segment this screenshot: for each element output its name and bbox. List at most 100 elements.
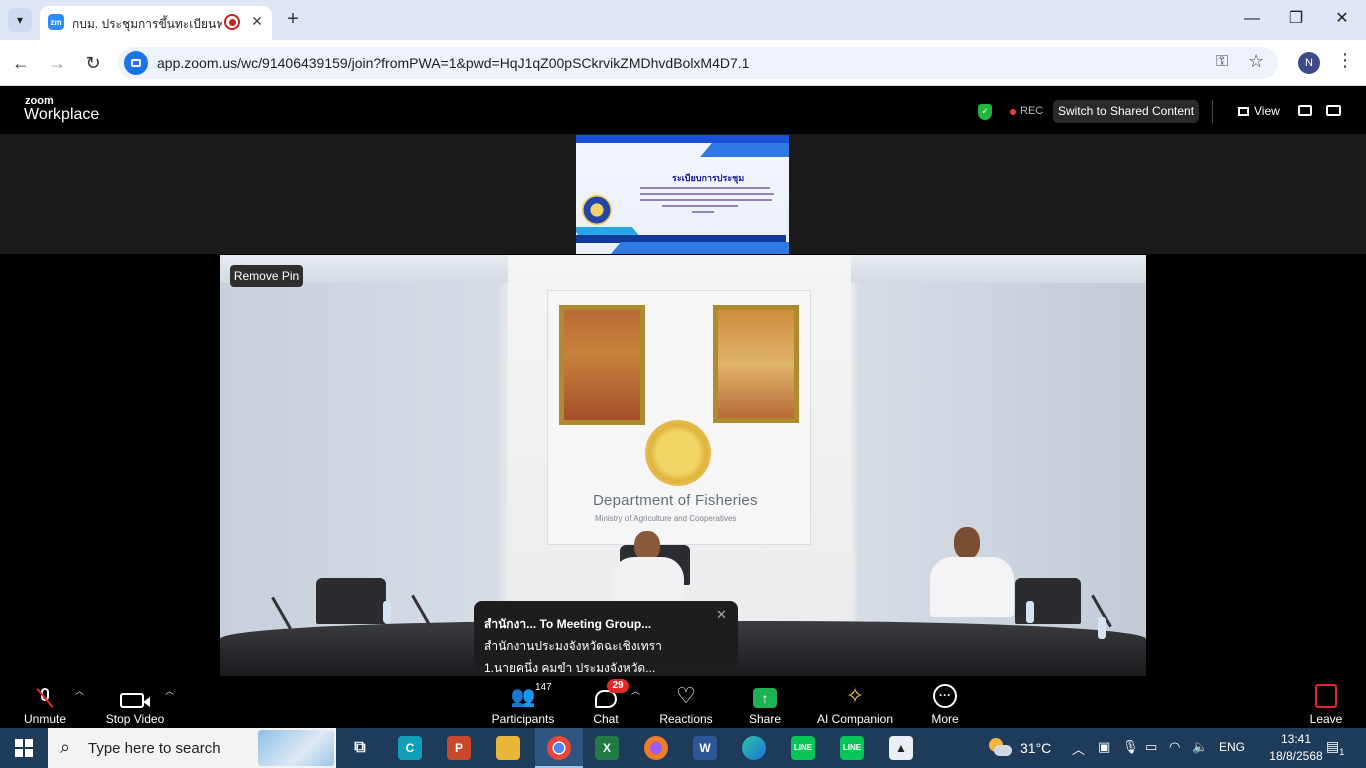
shared-content-strip: ระเบียบการประชุม — [0, 134, 1366, 254]
clock-time[interactable]: 13:41 — [1266, 732, 1326, 746]
restore-button[interactable]: ❐ — [1276, 6, 1316, 32]
clock-date[interactable]: 18/8/2568 — [1266, 749, 1326, 763]
powerpoint-app-icon[interactable]: P — [447, 736, 471, 760]
microphone-tray-icon[interactable]: 🎙 — [1122, 739, 1139, 755]
show-hidden-icons-chevron-icon[interactable]: ︿ — [1072, 739, 1085, 758]
minimize-button[interactable]: — — [1232, 6, 1272, 32]
more-button[interactable]: ··· More — [922, 676, 968, 728]
file-explorer-app-icon[interactable] — [496, 736, 520, 760]
tab-close-icon[interactable]: ✕ — [248, 12, 266, 30]
photos-app-icon[interactable]: ▲ — [889, 736, 913, 760]
bookmark-star-icon[interactable]: ☆ — [1248, 51, 1264, 72]
reload-button[interactable]: ↻ — [80, 50, 106, 76]
forward-button[interactable]: → — [44, 50, 70, 76]
address-bar[interactable]: app.zoom.us/wc/91406439159/join?fromPWA=… — [118, 47, 1278, 79]
wall-sign-title: Department of Fisheries — [593, 492, 758, 509]
url-text[interactable]: app.zoom.us/wc/91406439159/join?fromPWA=… — [157, 55, 749, 71]
reactions-button[interactable]: ♡ Reactions — [654, 676, 718, 728]
weather-temperature[interactable]: 31°C — [1020, 740, 1051, 756]
more-dots-icon: ··· — [933, 684, 957, 708]
water-bottle — [1026, 601, 1034, 623]
view-label: View — [1254, 104, 1280, 118]
view-button[interactable]: View — [1238, 104, 1280, 118]
muted-microphone-icon — [36, 688, 54, 708]
password-key-icon[interactable]: ⚿ — [1216, 53, 1228, 71]
department-seal-icon — [582, 195, 612, 225]
line-app-icon-2[interactable]: LINE — [840, 736, 864, 760]
close-window-button[interactable]: ✕ — [1322, 6, 1362, 32]
header-divider — [1212, 100, 1213, 123]
start-button[interactable] — [0, 728, 48, 768]
video-options-chevron-icon[interactable]: ︿ — [165, 684, 174, 697]
firefox-app-icon[interactable] — [644, 736, 668, 760]
participants-label: Participants — [491, 712, 555, 726]
switch-to-shared-content-button[interactable]: Switch to Shared Content — [1053, 100, 1199, 123]
zoom-header: zoom Workplace ✓ REC Switch to Shared Co… — [0, 87, 1366, 134]
chat-options-chevron-icon[interactable]: ︿ — [631, 684, 640, 697]
back-button[interactable]: ← — [8, 50, 34, 76]
slide-decoration — [700, 143, 789, 157]
weather-partly-cloudy-icon[interactable] — [987, 736, 1013, 758]
video-camera-icon — [120, 693, 150, 708]
water-bottle — [1098, 617, 1106, 639]
canva-app-icon[interactable]: C — [398, 736, 422, 760]
picture-in-picture-icon[interactable] — [1298, 105, 1312, 116]
volume-icon[interactable]: 🔈 — [1192, 739, 1208, 755]
ai-companion-button[interactable]: ✧ AI Companion — [812, 676, 898, 728]
slide-text-line — [640, 187, 770, 189]
tab-recording-icon — [224, 14, 240, 30]
excel-app-icon[interactable]: X — [595, 736, 619, 760]
tab-search-button[interactable]: ▾ — [8, 8, 32, 32]
slide-text-line — [640, 199, 772, 201]
audio-options-chevron-icon[interactable]: ︿ — [75, 684, 84, 697]
chrome-app-icon — [547, 736, 571, 760]
notification-center-icon[interactable]: ▤1 — [1326, 738, 1344, 757]
slide-text-line — [640, 193, 774, 195]
profile-avatar[interactable]: N — [1298, 52, 1320, 74]
zoom-favicon-icon: zm — [48, 14, 64, 30]
site-info-icon[interactable] — [124, 51, 148, 75]
slide-decoration — [576, 135, 789, 143]
wall-sign-subtitle: Ministry of Agriculture and Cooperatives — [595, 514, 737, 523]
new-tab-button[interactable]: + — [282, 8, 304, 30]
view-grid-icon — [1238, 107, 1249, 116]
more-label: More — [931, 712, 959, 726]
wifi-icon[interactable]: ◠ — [1169, 739, 1180, 755]
unmute-button[interactable]: Unmute — [14, 676, 76, 728]
edge-app-icon[interactable] — [742, 736, 766, 760]
chat-unread-badge: 29 — [607, 679, 629, 693]
recording-dot-icon — [1010, 109, 1016, 115]
person-right — [926, 527, 1022, 623]
shared-slide-thumbnail[interactable]: ระเบียบการประชุม — [576, 135, 789, 254]
chair — [316, 578, 386, 624]
task-view-icon[interactable]: ⧉ — [348, 736, 372, 760]
browser-tab-active[interactable]: zm กบม. ประชุมการขึ้นทะเบียนฟาร์ม ✕ — [40, 6, 272, 40]
meet-now-icon[interactable]: ▣ — [1098, 739, 1110, 755]
portrait-left — [559, 305, 645, 425]
word-app-icon[interactable]: W — [693, 736, 717, 760]
chat-notification-header: สำนักงา... To Meeting Group... — [484, 617, 652, 631]
share-button[interactable]: ↑ Share — [742, 676, 788, 728]
battery-icon[interactable]: ▭ — [1145, 739, 1157, 755]
stop-video-button[interactable]: Stop Video — [100, 676, 170, 728]
close-icon[interactable]: ✕ — [716, 607, 727, 623]
heart-icon: ♡ — [676, 683, 696, 708]
line-app-icon[interactable]: LINE — [791, 736, 815, 760]
encryption-shield-icon[interactable]: ✓ — [978, 104, 992, 120]
participants-count: 147 — [535, 682, 552, 693]
chat-notification-line: สำนักงานประมงจังหวัดฉะเชิงเทรา — [484, 639, 662, 653]
recording-label: REC — [1020, 105, 1044, 117]
chair — [1015, 578, 1081, 624]
stop-video-label: Stop Video — [105, 712, 165, 726]
slide-title: ระเบียบการประชุม — [672, 173, 745, 183]
browser-menu-icon[interactable]: ⋮ — [1336, 50, 1354, 71]
slide-text-line — [692, 211, 714, 213]
slide-text-line — [662, 205, 738, 207]
chrome-taskbar-button-active[interactable] — [535, 728, 583, 768]
fullscreen-icon[interactable] — [1326, 105, 1341, 116]
chat-notification[interactable]: ✕ สำนักงา... To Meeting Group... สำนักงา… — [474, 601, 738, 675]
taskbar-search[interactable]: ⌕ Type here to search — [48, 728, 336, 768]
input-language[interactable]: ENG — [1219, 740, 1245, 754]
remove-pin-button[interactable]: Remove Pin — [230, 265, 303, 287]
leave-button[interactable]: Leave — [1304, 676, 1348, 728]
